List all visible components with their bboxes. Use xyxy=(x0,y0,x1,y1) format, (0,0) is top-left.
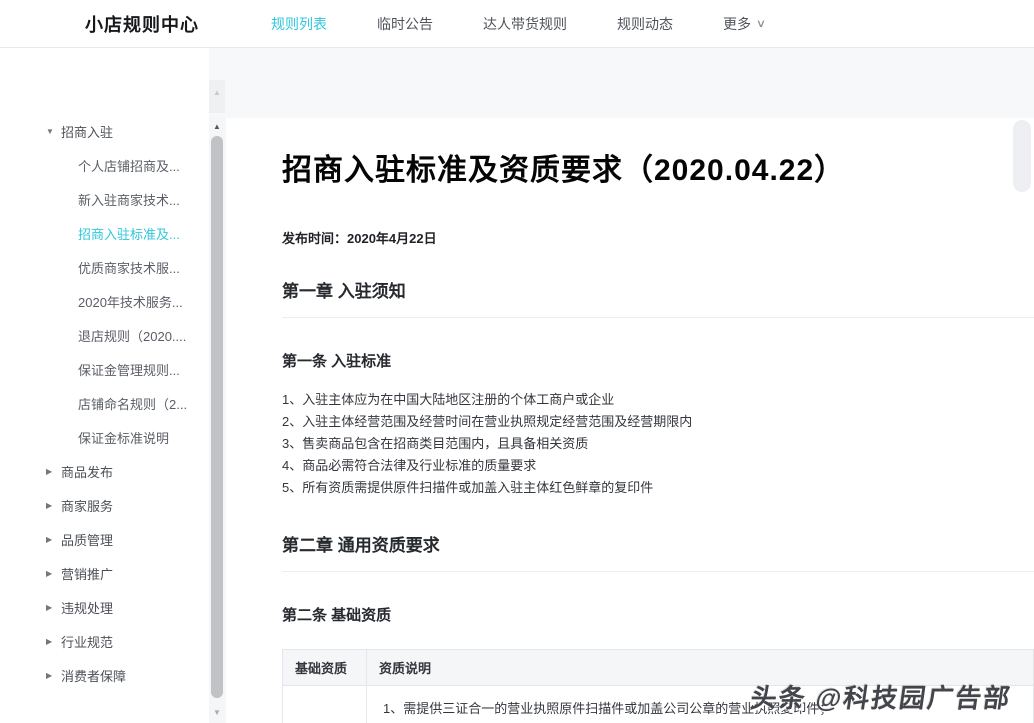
rule-item: 2、入驻主体经营范围及经营时间在营业执照规定经营范围及经营期限内 xyxy=(282,411,1034,433)
nav-tab-influencer-rules[interactable]: 达人带货规则 xyxy=(483,14,567,34)
sidebar-item-label: 2020年技术服务... xyxy=(78,292,183,311)
page-scrollbar-track[interactable]: ▲ xyxy=(209,80,225,113)
sidebar-group-merchant-services[interactable]: ▶ 商家服务 xyxy=(0,488,209,522)
sidebar-item-label: 优质商家技术服... xyxy=(78,258,180,277)
sidebar: ▼ 招商入驻 个人店铺招商及... 新入驻商家技术... 招商入驻标准及... … xyxy=(0,48,209,723)
rule-item: 1、入驻主体应为在中国大陆地区注册的个体工商户或企业 xyxy=(282,389,1034,411)
sidebar-item-label: 保证金管理规则... xyxy=(78,360,180,379)
sidebar-item[interactable]: 优质商家技术服... xyxy=(0,250,209,284)
sidebar-group-violation-handling[interactable]: ▶ 违规处理 xyxy=(0,590,209,624)
table-header-basic-qualification: 基础资质 xyxy=(283,650,367,686)
sidebar-group-quality-management[interactable]: ▶ 品质管理 xyxy=(0,522,209,556)
nav-tab-temp-announcements[interactable]: 临时公告 xyxy=(377,14,433,34)
scroll-up-icon[interactable]: ▲ xyxy=(213,88,221,113)
sidebar-group-label: 违规处理 xyxy=(61,598,113,617)
sidebar-item[interactable]: 保证金管理规则... xyxy=(0,352,209,386)
sidebar-group-label: 行业规范 xyxy=(61,632,113,651)
top-nav-bar: 小店规则中心 规则列表 临时公告 达人带货规则 规则动态 更多 ∨ xyxy=(0,0,1034,48)
sidebar-item-active[interactable]: 招商入驻标准及... xyxy=(0,216,209,250)
sidebar-scrollbar-thumb[interactable] xyxy=(211,136,223,698)
main-nav: 规则列表 临时公告 达人带货规则 规则动态 更多 ∨ xyxy=(271,14,815,34)
sidebar-group-label: 消费者保障 xyxy=(61,666,126,685)
content-scrollbar-thumb[interactable] xyxy=(1013,120,1031,192)
sidebar-item-label: 个人店铺招商及... xyxy=(78,156,180,175)
caret-right-icon: ▶ xyxy=(46,501,61,510)
scroll-up-icon[interactable]: ▲ xyxy=(209,122,225,131)
chapter1-heading: 第一章 入驻须知 xyxy=(282,277,1034,318)
sidebar-group-merchant-onboarding[interactable]: ▼ 招商入驻 xyxy=(0,114,209,148)
rule-item: 5、所有资质需提供原件扫描件或加盖入驻主体红色鲜章的复印件 xyxy=(282,477,1034,499)
chevron-down-icon: ∨ xyxy=(756,17,766,30)
sidebar-group-industry-standards[interactable]: ▶ 行业规范 xyxy=(0,624,209,658)
article2-heading: 第二条 基础资质 xyxy=(282,604,1034,625)
rules-center-page: 小店规则中心 规则列表 临时公告 达人带货规则 规则动态 更多 ∨ ▼ 招商入驻… xyxy=(0,0,1034,723)
sidebar-group-label: 商家服务 xyxy=(61,496,113,515)
sidebar-item-label: 招商入驻标准及... xyxy=(78,224,180,243)
nav-tab-more[interactable]: 更多 ∨ xyxy=(723,14,765,34)
sidebar-group-label: 招商入驻 xyxy=(61,122,113,141)
sidebar-item[interactable]: 新入驻商家技术... xyxy=(0,182,209,216)
sidebar-item-label: 店铺命名规则（2... xyxy=(78,394,187,413)
sidebar-group-consumer-protection[interactable]: ▶ 消费者保障 xyxy=(0,658,209,692)
sidebar-group-product-publishing[interactable]: ▶ 商品发布 xyxy=(0,454,209,488)
caret-right-icon: ▶ xyxy=(46,603,61,612)
sidebar-group-label: 品质管理 xyxy=(61,530,113,549)
sidebar-item[interactable]: 保证金标准说明 xyxy=(0,420,209,454)
watermark: 头条 @科技园广告部 xyxy=(749,678,1015,715)
rule-item: 4、商品必需符合法律及行业标准的质量要求 xyxy=(282,455,1034,477)
publish-date: 发布时间：2020年4月22日 xyxy=(282,228,1034,247)
nav-tab-more-label: 更多 xyxy=(723,14,751,34)
rule-list: 1、入驻主体应为在中国大陆地区注册的个体工商户或企业 2、入驻主体经营范围及经营… xyxy=(282,389,1034,499)
sidebar-item-label: 退店规则（2020.... xyxy=(78,326,186,345)
article-content: 招商入驻标准及资质要求（2020.04.22） 发布时间：2020年4月22日 … xyxy=(226,118,1034,723)
sidebar-scrollbar[interactable]: ▲ ▼ xyxy=(209,117,225,723)
nav-tab-rule-list[interactable]: 规则列表 xyxy=(271,14,327,34)
sidebar-item[interactable]: 退店规则（2020.... xyxy=(0,318,209,352)
caret-right-icon: ▶ xyxy=(46,671,61,680)
caret-down-icon: ▼ xyxy=(46,127,61,136)
scroll-down-icon[interactable]: ▼ xyxy=(209,708,225,717)
caret-right-icon: ▶ xyxy=(46,569,61,578)
sidebar-item-label: 新入驻商家技术... xyxy=(78,190,180,209)
app-title: 小店规则中心 xyxy=(85,11,199,37)
sidebar-group-label: 营销推广 xyxy=(61,564,113,583)
sidebar-group-label: 商品发布 xyxy=(61,462,113,481)
sidebar-item-label: 保证金标准说明 xyxy=(78,428,169,447)
sidebar-group-marketing-promotion[interactable]: ▶ 营销推广 xyxy=(0,556,209,590)
sidebar-item[interactable]: 店铺命名规则（2... xyxy=(0,386,209,420)
caret-right-icon: ▶ xyxy=(46,637,61,646)
qualification-name-cell: 营业执照 xyxy=(283,686,367,723)
nav-tab-rule-updates[interactable]: 规则动态 xyxy=(617,14,673,34)
rule-item: 3、售卖商品包含在招商类目范围内，且具备相关资质 xyxy=(282,433,1034,455)
caret-right-icon: ▶ xyxy=(46,535,61,544)
sidebar-item[interactable]: 个人店铺招商及... xyxy=(0,148,209,182)
article1-heading: 第一条 入驻标准 xyxy=(282,350,1034,371)
chapter2-heading: 第二章 通用资质要求 xyxy=(282,531,1034,572)
caret-right-icon: ▶ xyxy=(46,467,61,476)
sidebar-item[interactable]: 2020年技术服务... xyxy=(0,284,209,318)
article-title: 招商入驻标准及资质要求（2020.04.22） xyxy=(282,152,1034,190)
